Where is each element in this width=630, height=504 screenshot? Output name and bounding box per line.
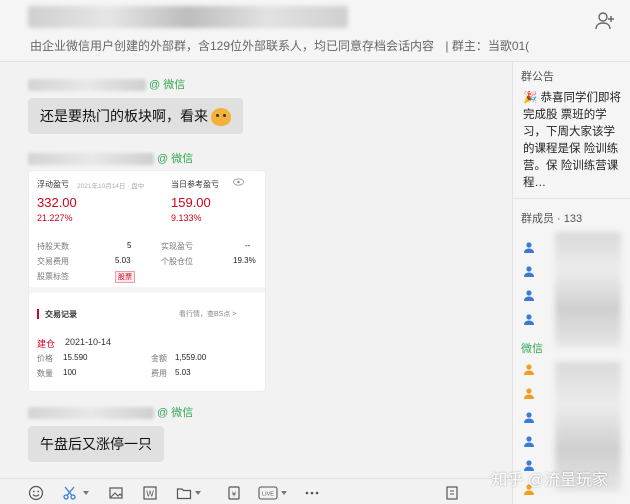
notice-text[interactable]: 🎉 恭喜同学们即将完成股 票班的学习，下周大家该学的课程是保 险训练营。保 险训… (523, 90, 621, 192)
eye-icon[interactable] (233, 178, 244, 188)
sender-name-redacted (28, 407, 154, 420)
float-pl-percent: 21.227% (37, 213, 73, 223)
fee-value: 5.03 (175, 368, 191, 377)
price-label: 价格 (37, 354, 53, 363)
word-document-icon[interactable]: W (142, 485, 158, 501)
folder-icon[interactable] (176, 485, 192, 501)
more-options-icon[interactable] (304, 485, 320, 501)
chevron-down-icon[interactable] (194, 485, 202, 501)
record-date: 2021-10-14 (65, 337, 112, 347)
trade-record-card[interactable]: 浮动盈亏 2021年10月14日 · 盘中 332.00 21.227% 当日参… (28, 170, 266, 392)
message-bubble[interactable]: 还是要热门的板块啊，看来 (28, 98, 243, 135)
input-toolbar: W ¥ LIVE (0, 478, 512, 504)
message-sender: @ 微信 (28, 76, 185, 92)
member-names-redacted (555, 232, 621, 347)
realized-pl-value: -- (245, 241, 251, 250)
sender-wechat-tag: @ 微信 (149, 79, 186, 91)
wechat-members-label: 微信 (521, 343, 543, 355)
svg-text:W: W (146, 490, 154, 499)
member-avatar-icon[interactable] (523, 386, 535, 399)
red-packet-icon[interactable]: ¥ (226, 485, 242, 501)
record-type: 建仓 (37, 339, 56, 349)
members-title: 群成员 · 133 (521, 213, 583, 225)
sender-name-redacted (28, 79, 146, 92)
member-avatar-icon[interactable] (523, 434, 535, 447)
quantity-label: 数量 (37, 369, 53, 378)
float-pl-label: 浮动盈亏 (37, 180, 69, 189)
member-avatar-icon[interactable] (523, 312, 535, 325)
realized-pl-label: 实现盈亏 (161, 242, 193, 251)
card-divider (29, 287, 265, 293)
stock-tag-label: 股票标签 (37, 272, 69, 281)
sender-wechat-tag: @ 微信 (157, 153, 194, 165)
chat-message-area[interactable]: @ 微信 还是要热门的板块啊，看来 @ 微信 浮动盈亏 2021年10月14日 … (0, 62, 512, 478)
image-icon[interactable] (108, 485, 124, 501)
amount-value: 1,559.00 (175, 353, 207, 362)
message-text: 午盘后又涨停一只 (40, 436, 152, 452)
today-ref-label: 当日参考盈亏 (171, 180, 219, 189)
group-owner: | 群主：当歌01( (445, 39, 530, 53)
member-avatar-icon[interactable] (523, 362, 535, 375)
sender-wechat-tag: @ 微信 (157, 407, 194, 419)
message-sender: @ 微信 (28, 150, 193, 166)
member-avatar-icon[interactable] (523, 264, 535, 277)
trade-fee-value: 5.03 (115, 256, 131, 265)
holding-days-label: 持股天数 (37, 242, 69, 251)
price-value: 15.590 (63, 353, 88, 362)
records-link[interactable]: 看行情，查BS点 > (179, 309, 236, 319)
add-member-icon[interactable] (594, 10, 616, 32)
svg-text:LIVE: LIVE (262, 492, 274, 498)
chevron-down-icon[interactable] (82, 485, 90, 501)
records-title: 交易记录 (45, 310, 77, 319)
message-bubble[interactable]: 午盘后又涨停一只 (28, 426, 164, 462)
float-pl-value: 332.00 (37, 195, 77, 210)
amount-label: 金额 (151, 354, 167, 363)
screenshot-scissors-icon[interactable] (62, 485, 78, 501)
position-ratio-value: 19.3% (233, 256, 256, 265)
today-ref-percent: 9.133% (171, 213, 202, 223)
fee-label: 费用 (151, 369, 167, 378)
float-pl-date: 2021年10月14日 · 盘中 (77, 183, 145, 190)
member-avatar-icon[interactable] (523, 288, 535, 301)
notice-title: 群公告 (521, 71, 554, 83)
member-avatar-icon[interactable] (523, 240, 535, 253)
holding-days-value: 5 (127, 241, 132, 250)
chat-header: 由企业微信用户创建的外部群，含129位外部联系人，均已同意存档会话内容 | 群主… (0, 0, 630, 62)
message-text: 还是要热门的板块啊，看来 (40, 108, 208, 124)
records-accent-bar (37, 309, 39, 319)
cat-emoji-icon (211, 108, 231, 127)
group-description: 由企业微信用户创建的外部群，含129位外部联系人，均已同意存档会话内容 | 群主… (30, 37, 529, 54)
stock-tag-badge: 股票 (115, 271, 135, 283)
live-icon[interactable]: LIVE (258, 485, 278, 501)
position-ratio-label: 个股仓位 (161, 257, 193, 266)
history-icon[interactable] (444, 485, 460, 501)
chevron-down-icon[interactable] (280, 485, 288, 501)
sidebar-divider (513, 198, 630, 199)
group-title-redacted (28, 6, 348, 28)
member-avatar-icon[interactable] (523, 410, 535, 423)
svg-text:¥: ¥ (232, 491, 237, 499)
sender-name-redacted (28, 153, 154, 166)
quantity-value: 100 (63, 368, 77, 377)
zhihu-watermark: 知乎 @流量玩家 (491, 472, 608, 489)
trade-fee-label: 交易费用 (37, 257, 69, 266)
message-sender: @ 微信 (28, 404, 193, 420)
group-description-text: 由企业微信用户创建的外部群，含129位外部联系人，均已同意存档会话内容 (30, 39, 435, 53)
emoji-icon[interactable] (28, 485, 44, 501)
today-ref-value: 159.00 (171, 195, 211, 210)
group-info-sidebar: 群公告 🎉 恭喜同学们即将完成股 票班的学习，下周大家该学的课程是保 险训练营。… (512, 62, 630, 504)
